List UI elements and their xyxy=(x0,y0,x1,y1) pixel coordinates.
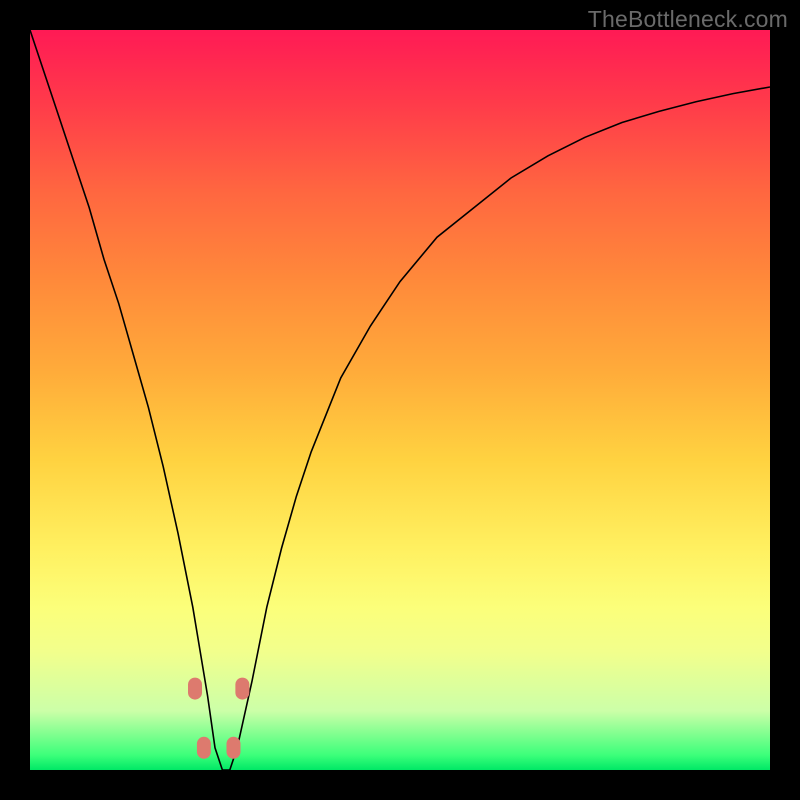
curve-marker xyxy=(227,737,241,759)
curve-markers-group xyxy=(188,678,249,759)
chart-plot-area xyxy=(30,30,770,770)
bottleneck-curve-svg xyxy=(30,30,770,770)
curve-marker xyxy=(235,678,249,700)
watermark-text: TheBottleneck.com xyxy=(588,6,788,33)
curve-marker xyxy=(188,678,202,700)
bottleneck-curve-path xyxy=(30,30,770,770)
curve-marker xyxy=(197,737,211,759)
